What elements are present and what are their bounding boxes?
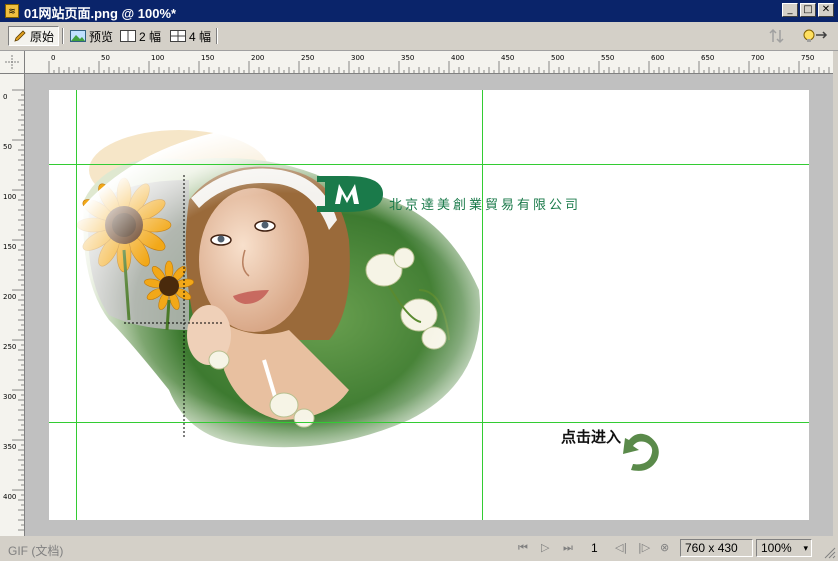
last-frame-icon[interactable]: ⏭ xyxy=(563,541,573,555)
chevron-down-icon: ▾ xyxy=(803,543,808,553)
guide-horizontal[interactable] xyxy=(49,422,809,423)
resize-grip-icon[interactable] xyxy=(824,547,836,559)
ruler-label: 400 xyxy=(451,54,464,62)
ruler-label: 0 xyxy=(51,54,55,62)
frame-number: 1 xyxy=(591,541,598,555)
ruler-label: 250 xyxy=(3,343,16,351)
ruler-label: 600 xyxy=(651,54,664,62)
minimize-button[interactable]: _ xyxy=(782,3,798,17)
ruler-label: 50 xyxy=(3,143,12,151)
horizontal-ruler-ticks: 0 50 100 150 200 250 300 350 400 450 500 550 600 650 7… xyxy=(48,54,830,73)
toolbar-separator xyxy=(216,28,218,44)
ruler-label: 150 xyxy=(3,243,16,251)
guide-vertical[interactable] xyxy=(482,90,483,520)
status-bar: GIF (文档) ⏮ ▷ ⏭ 1 ◁| |▷ ⊗ 760 x 430 100% … xyxy=(0,537,838,561)
ruler-label: 0 xyxy=(3,93,7,101)
preview-image-icon xyxy=(70,30,86,42)
four-pane-icon xyxy=(170,30,186,42)
canvas-area[interactable]: 北京達美創業貿易有限公司 点击进入 xyxy=(25,74,833,536)
ruler-label: 300 xyxy=(351,54,364,62)
ruler-label: 200 xyxy=(251,54,264,62)
preview-button[interactable]: 预览 xyxy=(66,26,117,46)
ruler-label: 100 xyxy=(151,54,164,62)
preview-label: 预览 xyxy=(89,29,114,44)
ruler-label: 350 xyxy=(3,443,16,451)
original-view-label: 原始 xyxy=(30,29,55,44)
window-controls: _ □ ✕ xyxy=(782,3,834,17)
artwork xyxy=(49,125,659,485)
title-bar[interactable]: ≋ 01网站页面.png @ 100%* _ □ ✕ xyxy=(0,0,838,22)
document-icon: ≋ xyxy=(5,4,19,18)
ruler-label: 500 xyxy=(551,54,564,62)
enter-link-text[interactable]: 点击进入 xyxy=(561,426,621,447)
prev-frame-icon[interactable]: ◁| xyxy=(615,541,627,554)
ruler-label: 300 xyxy=(3,393,16,401)
pencil-icon xyxy=(14,30,26,42)
view-toolbar: 原始 预览 2 幅 4 幅 xyxy=(0,23,838,51)
ruler-label: 450 xyxy=(501,54,514,62)
play-icon[interactable]: ▷ xyxy=(541,541,549,554)
ruler-label: 650 xyxy=(701,54,714,62)
ruler-origin[interactable] xyxy=(0,51,25,74)
crosshair-icon xyxy=(5,55,19,69)
ruler-label: 700 xyxy=(751,54,764,62)
vertical-ruler-ticks: 0 50 100 150 200 250 300 350 400 xyxy=(3,89,24,531)
maximize-button[interactable]: □ xyxy=(800,3,816,17)
next-frame-icon[interactable]: |▷ xyxy=(638,541,650,554)
export-options-button[interactable] xyxy=(764,26,794,46)
file-format-label: GIF (文档) xyxy=(8,544,64,558)
toolbar-separator xyxy=(62,28,64,44)
first-frame-icon[interactable]: ⏮ xyxy=(518,541,528,555)
optimize-button[interactable] xyxy=(798,26,834,46)
enter-arrow xyxy=(623,433,659,471)
guide-horizontal[interactable] xyxy=(49,164,809,165)
window-title: 01网站页面.png @ 100%* xyxy=(24,6,177,21)
ruler-label: 150 xyxy=(201,54,214,62)
sort-arrows-icon xyxy=(769,28,784,44)
edge-fade xyxy=(49,125,524,485)
lightbulb-arrow-icon xyxy=(803,29,828,42)
dm-logo xyxy=(317,176,383,212)
two-up-button[interactable]: 2 幅 xyxy=(116,26,165,46)
document-canvas[interactable]: 北京達美創業貿易有限公司 点击进入 xyxy=(49,90,809,520)
ruler-label: 50 xyxy=(101,54,110,62)
ruler-label: 200 xyxy=(3,293,16,301)
canvas-dimensions: 760 x 430 xyxy=(680,539,753,557)
horizontal-ruler[interactable]: 0 50 100 150 200 250 300 350 400 450 500 550 600 650 7… xyxy=(25,51,833,74)
ruler-label: 250 xyxy=(301,54,314,62)
ruler-label: 750 xyxy=(801,54,814,62)
two-pane-icon xyxy=(120,30,136,42)
company-name: 北京達美創業貿易有限公司 xyxy=(389,197,582,212)
ruler-label: 400 xyxy=(3,493,16,501)
original-view-button[interactable]: 原始 xyxy=(8,26,60,46)
four-up-button[interactable]: 4 幅 xyxy=(166,26,215,46)
stop-icon[interactable]: ⊗ xyxy=(660,541,669,554)
four-up-label: 4 幅 xyxy=(189,29,212,44)
close-button[interactable]: ✕ xyxy=(818,3,834,17)
guide-vertical[interactable] xyxy=(76,90,77,520)
ruler-label: 550 xyxy=(601,54,614,62)
zoom-value: 100% xyxy=(761,541,792,555)
vertical-ruler[interactable]: 0 50 100 150 200 250 300 350 400 xyxy=(0,74,25,536)
ruler-label: 350 xyxy=(401,54,414,62)
two-up-label: 2 幅 xyxy=(139,29,162,44)
ruler-label: 100 xyxy=(3,193,16,201)
zoom-select[interactable]: 100% ▾ xyxy=(756,539,812,557)
